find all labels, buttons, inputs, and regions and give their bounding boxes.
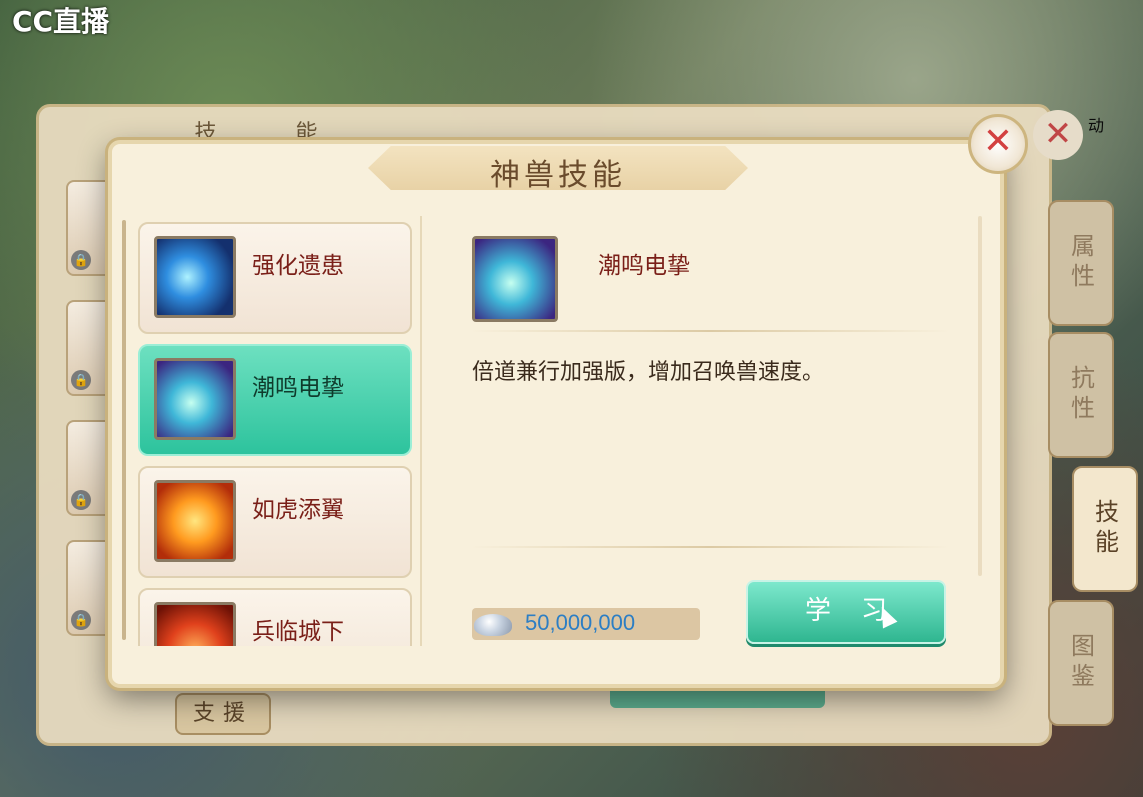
detail-scrollbar[interactable] — [978, 216, 982, 576]
tab-skills[interactable]: 技能 — [1072, 466, 1138, 592]
skill-description: 倍道兼行加强版，增加召唤兽速度。 — [472, 360, 825, 385]
support-button[interactable]: 支援 — [175, 693, 271, 735]
skill-item-strengthen[interactable]: 强化遗患 — [138, 222, 412, 334]
skill-name: 潮鸣电挚 — [252, 375, 344, 401]
skill-name: 强化遗患 — [252, 253, 344, 279]
divider — [470, 330, 950, 332]
skill-name: 如虎添翼 — [252, 497, 344, 523]
cc-live-logo: CC直播 — [12, 5, 110, 38]
hud-activity-text: 动 — [1088, 116, 1105, 135]
lock-icon: 🔒 — [71, 370, 91, 390]
divine-beast-skill-dialog: 神兽技能 ✕ 强化遗患 潮鸣电挚 如虎添翼 兵临城下 潮鸣电挚 倍道兼行加强版，… — [108, 114, 1028, 688]
red-blaze-icon — [154, 602, 236, 646]
skill-item-siege[interactable]: 兵临城下 — [138, 588, 412, 646]
skill-item-selected[interactable]: 潮鸣电挚 — [138, 344, 412, 456]
fire-guardian-icon — [154, 480, 236, 562]
skill-list[interactable]: 强化遗患 潮鸣电挚 如虎添翼 兵临城下 — [122, 216, 422, 646]
blue-spirit-icon — [154, 236, 236, 318]
skill-item-tiger[interactable]: 如虎添翼 — [138, 466, 412, 578]
selected-skill-icon — [472, 236, 558, 322]
tab-handbook[interactable]: 图鉴 — [1048, 600, 1114, 726]
tab-attributes[interactable]: 属性 — [1048, 200, 1114, 326]
lock-icon: 🔒 — [71, 250, 91, 270]
skill-name: 兵临城下 — [252, 619, 344, 645]
silver-ingot-icon — [472, 606, 516, 642]
lock-icon: 🔒 — [71, 610, 91, 630]
learn-button[interactable]: 学习 — [746, 580, 946, 644]
skill-list-scrollbar[interactable] — [122, 220, 126, 640]
cost-value: 50,000,000 — [525, 610, 636, 635]
divider — [470, 546, 950, 548]
dialog-title: 神兽技能 — [490, 158, 626, 193]
teal-flame-icon — [154, 358, 236, 440]
close-icon[interactable]: ✕ — [968, 114, 1028, 174]
selected-skill-name: 潮鸣电挚 — [598, 253, 690, 279]
back-panel-close-icon[interactable]: ✕ — [1033, 110, 1083, 160]
lock-icon: 🔒 — [71, 490, 91, 510]
tab-resistance[interactable]: 抗性 — [1048, 332, 1114, 458]
